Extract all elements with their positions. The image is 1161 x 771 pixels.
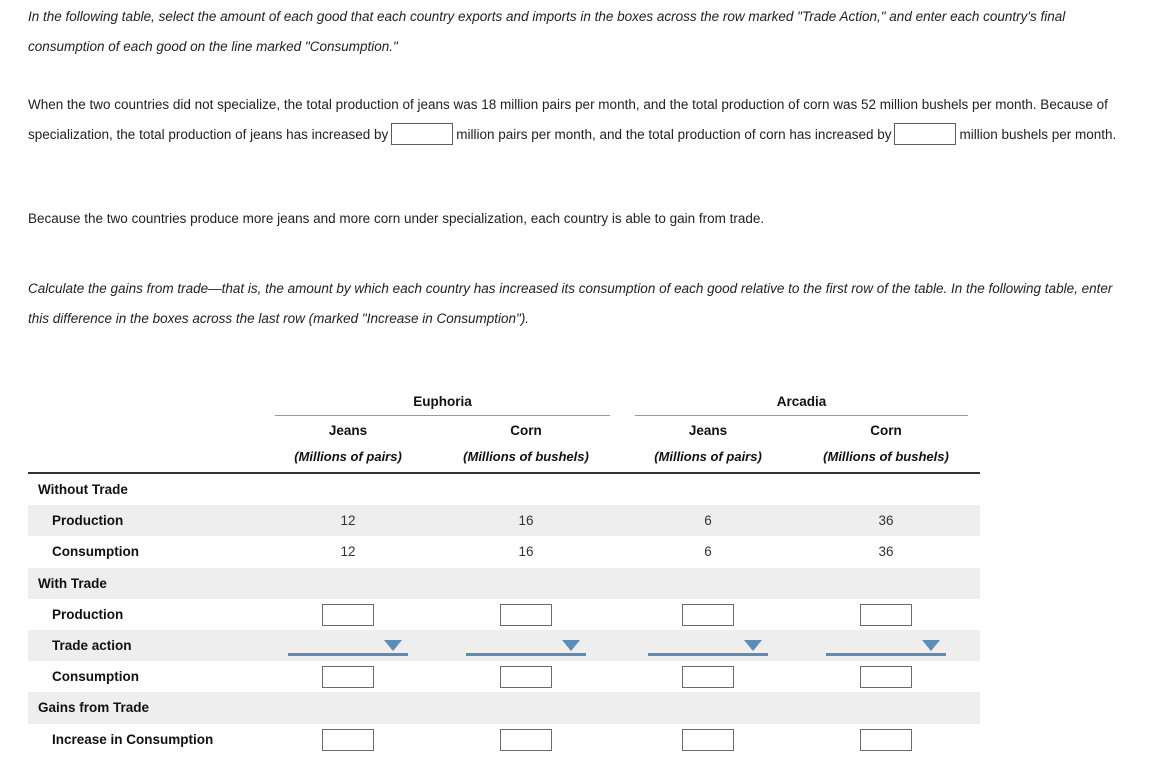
- instruction-text-3: Because the two countries produce more j…: [28, 211, 765, 226]
- table-cell-value: 6: [704, 513, 712, 529]
- row-label: Gains from Trade: [38, 700, 150, 716]
- table-cell-input-wrapper: [796, 666, 976, 689]
- country-group-euphoria: Euphoria: [275, 392, 610, 416]
- table-cell-value: 12: [340, 513, 356, 529]
- table-cell-input-wrapper: [268, 603, 428, 626]
- row-label: Consumption: [52, 669, 139, 685]
- instruction-paragraph-4: Calculate the gains from trade—that is, …: [28, 274, 1133, 334]
- row-label: Consumption: [52, 544, 139, 560]
- instruction-paragraph-2: When the two countries did not specializ…: [28, 90, 1133, 150]
- table-cell-input-wrapper: [796, 603, 976, 626]
- table-cell-input-wrapper: [268, 728, 428, 751]
- chevron-down-icon: [384, 640, 402, 652]
- chevron-down-icon: [744, 640, 762, 652]
- table-row: Consumption 12 16 6 36: [28, 536, 980, 568]
- instruction-text-2b: million pairs per month, and the total p…: [456, 127, 892, 142]
- table-cell-input-wrapper: [436, 603, 616, 626]
- table-cell-input[interactable]: [682, 728, 734, 751]
- table-cell-input-wrapper: [436, 666, 616, 689]
- trade-table: Euphoria Arcadia Jeans (Millions of pair…: [28, 392, 980, 755]
- column-header-arcadia-corn: Corn (Millions of bushels): [796, 418, 976, 470]
- instruction-text-2c: million bushels per month.: [959, 127, 1117, 142]
- table-cell-input[interactable]: [860, 666, 912, 689]
- chevron-down-icon: [562, 640, 580, 652]
- row-label: Trade action: [52, 637, 132, 653]
- table-row: Production: [28, 598, 980, 630]
- table-cell-input-wrapper: [436, 728, 616, 751]
- column-unit-label: (Millions of bushels): [463, 449, 589, 464]
- table-cell-input[interactable]: [860, 603, 912, 626]
- table-column-header: Jeans (Millions of pairs) Corn (Millions…: [28, 418, 980, 472]
- instruction-text-4: Calculate the gains from trade—that is, …: [28, 281, 1113, 326]
- column-header-euphoria-corn: Corn (Millions of bushels): [436, 418, 616, 470]
- country-group-arcadia: Arcadia: [635, 392, 968, 416]
- table-cell-input[interactable]: [860, 728, 912, 751]
- corn-increase-input[interactable]: [894, 123, 957, 146]
- table-cell-input-wrapper: [268, 666, 428, 689]
- jeans-increase-input[interactable]: [391, 123, 454, 146]
- select-underline: [826, 653, 946, 657]
- table-cell-value: 16: [518, 544, 534, 560]
- column-good-label: Corn: [510, 423, 542, 438]
- table-cell-input[interactable]: [322, 603, 374, 626]
- column-good-label: Corn: [870, 423, 902, 438]
- table-row: With Trade: [28, 567, 980, 599]
- row-label: Production: [52, 606, 124, 622]
- select-underline: [648, 653, 768, 657]
- table-cell-input[interactable]: [682, 666, 734, 689]
- table-cell-input-wrapper: [796, 728, 976, 751]
- table-cell-input-wrapper: [628, 603, 788, 626]
- trade-action-select-wrapper: [268, 630, 428, 661]
- table-cell-value: 6: [704, 544, 712, 560]
- table-cell-input-wrapper: [628, 728, 788, 751]
- instruction-text-1: In the following table, select the amoun…: [28, 9, 1066, 54]
- trade-action-select[interactable]: [288, 630, 408, 661]
- table-cell-input[interactable]: [322, 666, 374, 689]
- column-good-label: Jeans: [688, 423, 728, 438]
- table-row: Gains from Trade: [28, 692, 980, 724]
- trade-action-select-wrapper: [628, 630, 788, 661]
- instruction-paragraph-1: In the following table, select the amoun…: [28, 2, 1133, 62]
- row-label: Without Trade: [38, 482, 128, 497]
- instruction-paragraph-3: Because the two countries produce more j…: [28, 204, 1133, 234]
- table-cell-input[interactable]: [322, 728, 374, 751]
- table-row: Trade action: [28, 629, 980, 662]
- table-cell-input[interactable]: [500, 728, 552, 751]
- trade-action-select[interactable]: [648, 630, 768, 661]
- trade-action-select[interactable]: [466, 630, 586, 661]
- table-cell-value: 12: [340, 544, 356, 560]
- table-cell-value: 36: [878, 544, 894, 560]
- table-country-group-header: Euphoria Arcadia: [28, 392, 980, 418]
- table-cell-value: 16: [518, 513, 534, 529]
- column-unit-label: (Millions of pairs): [654, 449, 762, 464]
- row-label: With Trade: [38, 575, 107, 591]
- column-unit-label: (Millions of pairs): [294, 449, 402, 464]
- table-row: Increase in Consumption: [28, 723, 980, 755]
- table-body: Without Trade Production 12 16 6 36 Consumptio…: [28, 474, 980, 755]
- column-unit-label: (Millions of bushels): [823, 449, 949, 464]
- select-underline: [288, 653, 408, 657]
- table-row: Production 12 16 6 36: [28, 505, 980, 537]
- table-cell-input[interactable]: [682, 603, 734, 626]
- trade-action-select-wrapper: [436, 630, 616, 661]
- trade-action-select-wrapper: [796, 630, 976, 661]
- row-label: Increase in Consumption: [52, 731, 214, 747]
- table-row: Consumption: [28, 661, 980, 693]
- row-label: Production: [52, 513, 124, 529]
- select-underline: [466, 653, 586, 657]
- column-header-arcadia-jeans: Jeans (Millions of pairs): [628, 418, 788, 470]
- table-cell-value: 36: [878, 513, 894, 529]
- chevron-down-icon: [922, 640, 940, 652]
- table-cell-input[interactable]: [500, 666, 552, 689]
- column-good-label: Jeans: [328, 423, 368, 438]
- table-row: Without Trade: [28, 474, 980, 506]
- table-cell-input[interactable]: [500, 603, 552, 626]
- column-header-euphoria-jeans: Jeans (Millions of pairs): [268, 418, 428, 470]
- table-cell-input-wrapper: [628, 666, 788, 689]
- trade-action-select[interactable]: [826, 630, 946, 661]
